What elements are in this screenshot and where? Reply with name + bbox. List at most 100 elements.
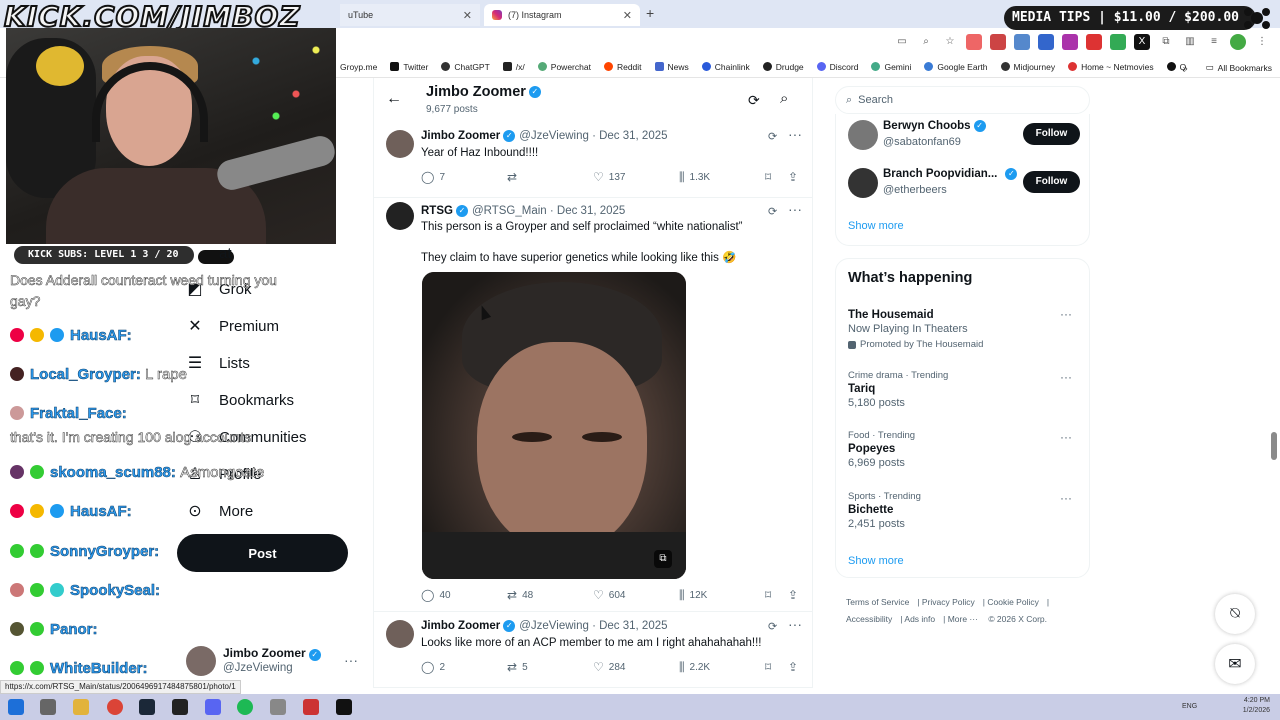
task-view-icon[interactable] <box>40 699 56 715</box>
bookmark-item[interactable]: Powerchat <box>537 62 591 72</box>
spotify-icon[interactable] <box>237 699 253 715</box>
bookmark-item[interactable]: Google Earth <box>924 62 988 72</box>
like-button[interactable]: ♡ 284 <box>593 660 625 674</box>
bookmark-item[interactable]: Chainlink <box>701 62 750 72</box>
more-dots-icon[interactable]: ··· <box>788 126 802 142</box>
tab-youtube[interactable]: uTube ✕ <box>340 4 480 26</box>
close-tab-icon[interactable]: ✕ <box>463 9 472 22</box>
all-bookmarks[interactable]: » ▭ All Bookmarks <box>1183 62 1272 73</box>
grok-button[interactable]: ⍉ <box>1215 594 1255 634</box>
new-tab-button[interactable]: + <box>646 5 654 21</box>
more-dots-icon[interactable]: ··· <box>788 616 802 632</box>
repost-button[interactable]: ⇄ 48 <box>507 588 533 602</box>
search-input[interactable]: ⌕ Search <box>835 86 1090 114</box>
tweet-photo[interactable]: ⧉ <box>422 272 686 579</box>
views-button[interactable]: ⫼ 1.3K <box>679 170 710 185</box>
bookmark-button[interactable]: ⌑ <box>765 170 776 184</box>
search-icon[interactable]: ⌕ <box>780 90 788 107</box>
nav-item-bookmarks[interactable]: ⌑ Bookmarks <box>186 391 294 410</box>
reply-button[interactable]: ◯ 40 <box>421 588 451 602</box>
share-button[interactable]: ⇪ <box>788 170 803 184</box>
bookmark-item[interactable]: Drudge <box>762 62 804 72</box>
share-button[interactable]: ⇪ <box>788 660 803 674</box>
like-button[interactable]: ♡ 137 <box>593 170 625 184</box>
like-button[interactable]: ♡ 604 <box>593 588 625 602</box>
account-switcher[interactable]: Jimbo Zoomer ✓ @JzeViewing ··· <box>186 646 366 680</box>
footer-link[interactable]: Terms of Service <box>846 597 909 607</box>
nav-item-premium[interactable]: ✕ Premium <box>186 317 279 336</box>
trend-item[interactable]: The Housemaid Now Playing In Theaters Pr… <box>848 307 1080 350</box>
app-icon[interactable] <box>270 699 286 715</box>
footer-link[interactable]: Privacy Policy <box>922 597 975 607</box>
extension-icon[interactable] <box>966 34 982 50</box>
bookmark-item[interactable]: News <box>654 62 689 72</box>
app-icon[interactable] <box>303 699 319 715</box>
more-dots-icon[interactable]: ··· <box>1060 307 1072 321</box>
grok-icon[interactable]: ⟳ <box>768 620 777 633</box>
image-options-icon[interactable]: ⧉ <box>654 550 672 568</box>
extension-icon[interactable] <box>1014 34 1030 50</box>
more-dots-icon[interactable]: ··· <box>1060 370 1072 384</box>
nav-item-at[interactable]: at <box>186 244 232 262</box>
chrome-icon[interactable] <box>107 699 123 715</box>
post-button[interactable]: Post <box>177 534 348 572</box>
repost-button[interactable]: ⇄ 5 <box>507 660 528 674</box>
extension-icon[interactable] <box>990 34 1006 50</box>
more-dots-icon[interactable]: ··· <box>344 652 358 668</box>
nav-item-lists[interactable]: ☰ Lists <box>186 354 250 373</box>
bookmark-item[interactable]: Reddit <box>603 62 642 72</box>
puzzle-icon[interactable]: ⧉ <box>1158 34 1174 50</box>
tab-instagram[interactable]: (7) Instagram ✕ <box>484 4 640 26</box>
grok-icon[interactable]: ⟳ <box>768 130 777 143</box>
footer-link[interactable]: Accessibility <box>846 614 892 624</box>
grok-icon[interactable]: ⟳ <box>768 205 777 218</box>
bookmark-item[interactable]: Midjourney <box>1000 62 1055 72</box>
bookmark-item[interactable]: Twitter <box>390 62 428 72</box>
tweet[interactable]: RTSG ✓ @RTSG_Main · Dec 31, 2025 ⟳ ··· Th… <box>374 198 812 612</box>
sidepanel-icon[interactable]: ▥ <box>1182 34 1198 50</box>
follow-button[interactable]: Follow <box>1023 171 1080 193</box>
back-arrow-icon[interactable]: ← <box>386 90 402 108</box>
follow-button[interactable]: Follow <box>1023 123 1080 145</box>
x-icon[interactable]: X <box>1134 34 1150 50</box>
obs-icon[interactable] <box>336 699 352 715</box>
extension-icon[interactable] <box>1038 34 1054 50</box>
profile-avatar-icon[interactable] <box>1230 34 1246 50</box>
close-tab-icon[interactable]: ✕ <box>623 9 632 22</box>
more-dots-icon[interactable]: ··· <box>1060 430 1072 444</box>
follow-suggestion[interactable]: Branch Poopvidian... ✓ @etherbeers Follow <box>848 168 1080 202</box>
tweet[interactable]: Jimbo Zoomer ✓ @JzeViewing · Dec 31, 2025… <box>374 126 812 198</box>
footer-link[interactable]: More ··· <box>948 614 978 624</box>
bookmark-button[interactable]: ⌑ <box>765 588 776 602</box>
tweet[interactable]: Jimbo Zoomer ✓ @JzeViewing · Dec 31, 2025… <box>374 612 812 688</box>
extension-icon[interactable] <box>1086 34 1102 50</box>
discord-icon[interactable] <box>205 699 221 715</box>
bookmark-item[interactable]: Gemini <box>871 62 911 72</box>
terminal-icon[interactable] <box>172 699 188 715</box>
scrollbar-thumb[interactable] <box>1271 432 1277 460</box>
share-button[interactable]: ⇪ <box>788 588 803 602</box>
language-indicator[interactable]: ENG <box>1182 703 1197 710</box>
repost-button[interactable]: ⇄ <box>507 170 522 184</box>
file-explorer-icon[interactable] <box>73 699 89 715</box>
bookmark-button[interactable]: ⌑ <box>765 660 776 674</box>
kebab-menu-icon[interactable]: ⋮ <box>1254 34 1270 50</box>
footer-link[interactable]: Cookie Policy <box>987 597 1039 607</box>
views-button[interactable]: ⫼ 2.2K <box>679 660 710 675</box>
extension-icon[interactable] <box>1062 34 1078 50</box>
extension-icon[interactable] <box>1110 34 1126 50</box>
bookmark-item[interactable]: ChatGPT <box>441 62 490 72</box>
more-dots-icon[interactable]: ··· <box>788 201 802 217</box>
views-button[interactable]: ⫼ 12K <box>679 588 707 603</box>
trend-item[interactable]: Sports · Trending Bichette 2,451 posts ·… <box>848 491 1080 530</box>
steam-icon[interactable] <box>139 699 155 715</box>
bookmark-item[interactable]: /x/ <box>502 62 525 72</box>
bookmark-item[interactable]: Home ~ Netmovies <box>1068 62 1154 72</box>
more-dots-icon[interactable]: ··· <box>1060 491 1072 505</box>
show-more-link[interactable]: Show more <box>848 555 904 567</box>
trend-item[interactable]: Crime drama · Trending Tariq 5,180 posts… <box>848 370 1080 409</box>
messages-button[interactable]: ✉ <box>1215 644 1255 684</box>
grok-icon[interactable]: ⟳ <box>748 92 760 109</box>
star-icon[interactable]: ☆ <box>942 34 958 50</box>
reply-button[interactable]: ◯ 2 <box>421 660 445 674</box>
